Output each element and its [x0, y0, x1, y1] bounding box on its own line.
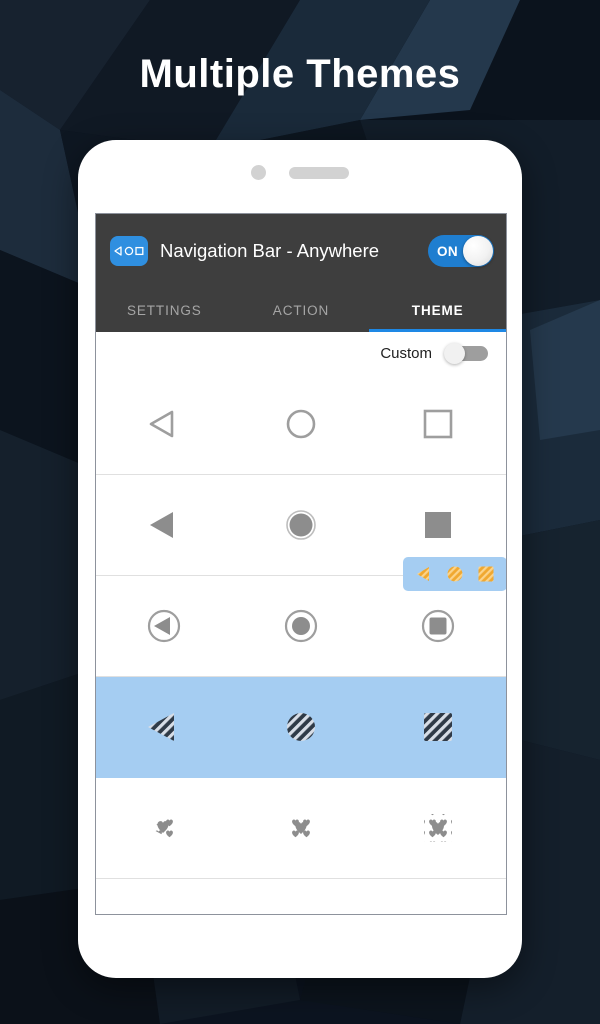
tab-bar: SETTINGS ACTION THEME [96, 288, 506, 332]
theme-row[interactable] [96, 778, 506, 879]
recents-square-star-outline-icon[interactable] [369, 907, 506, 914]
page-title: Multiple Themes [139, 52, 461, 96]
theme-row[interactable] [96, 576, 506, 677]
theme-row-selected[interactable] [96, 677, 506, 778]
power-toggle[interactable]: ON [428, 235, 494, 267]
custom-toggle[interactable] [444, 343, 488, 364]
recents-square-outline-icon[interactable] [369, 404, 506, 444]
custom-label: Custom [380, 344, 432, 362]
recents-square-hatched-icon[interactable] [369, 704, 506, 750]
power-toggle-label: ON [437, 243, 459, 259]
home-circle-solid-icon[interactable] [233, 505, 370, 545]
preview-home-circle-icon [447, 566, 463, 582]
camera-dot-icon [251, 165, 266, 180]
home-circle-circled-icon[interactable] [233, 604, 370, 648]
preview-recents-square-icon [478, 566, 494, 582]
tab-action[interactable]: ACTION [233, 288, 370, 332]
theme-row[interactable] [96, 879, 506, 914]
theme-list [96, 374, 506, 914]
custom-row: Custom [96, 332, 506, 374]
recents-square-hearts-icon[interactable] [369, 806, 506, 850]
back-triangle-hatched-icon[interactable] [96, 704, 233, 750]
home-circle-star-outline-icon[interactable] [233, 907, 370, 914]
back-triangle-circled-icon[interactable] [96, 604, 233, 648]
back-triangle-outline-icon[interactable] [96, 404, 233, 444]
speaker-grille-icon [289, 167, 349, 179]
back-triangle-star-outline-icon[interactable] [96, 907, 233, 914]
theme-preview-popup[interactable] [403, 557, 506, 591]
phone-screen: Navigation Bar - Anywhere ON SETTINGS AC… [95, 213, 507, 915]
promo-screenshot: Multiple Themes Navigation Bar - Anywher… [0, 0, 600, 1024]
recents-square-circled-icon[interactable] [369, 604, 506, 648]
navigation-bar-app-icon [110, 236, 148, 266]
theme-row[interactable] [96, 374, 506, 475]
recents-square-solid-icon[interactable] [369, 505, 506, 545]
app-title: Navigation Bar - Anywhere [160, 240, 380, 261]
tab-theme[interactable]: THEME [369, 288, 506, 332]
home-circle-hearts-icon[interactable] [233, 806, 370, 850]
back-triangle-solid-icon[interactable] [96, 505, 233, 545]
home-circle-outline-icon[interactable] [233, 404, 370, 444]
tab-settings[interactable]: SETTINGS [96, 288, 233, 332]
back-triangle-hearts-icon[interactable] [96, 806, 233, 850]
app-bar: Navigation Bar - Anywhere ON [96, 214, 506, 288]
custom-toggle-knob[interactable] [444, 343, 465, 364]
preview-back-triangle-icon [417, 567, 430, 581]
home-circle-hatched-icon[interactable] [233, 704, 370, 750]
phone-mockup: Navigation Bar - Anywhere ON SETTINGS AC… [78, 140, 522, 978]
power-toggle-knob[interactable] [463, 236, 493, 266]
